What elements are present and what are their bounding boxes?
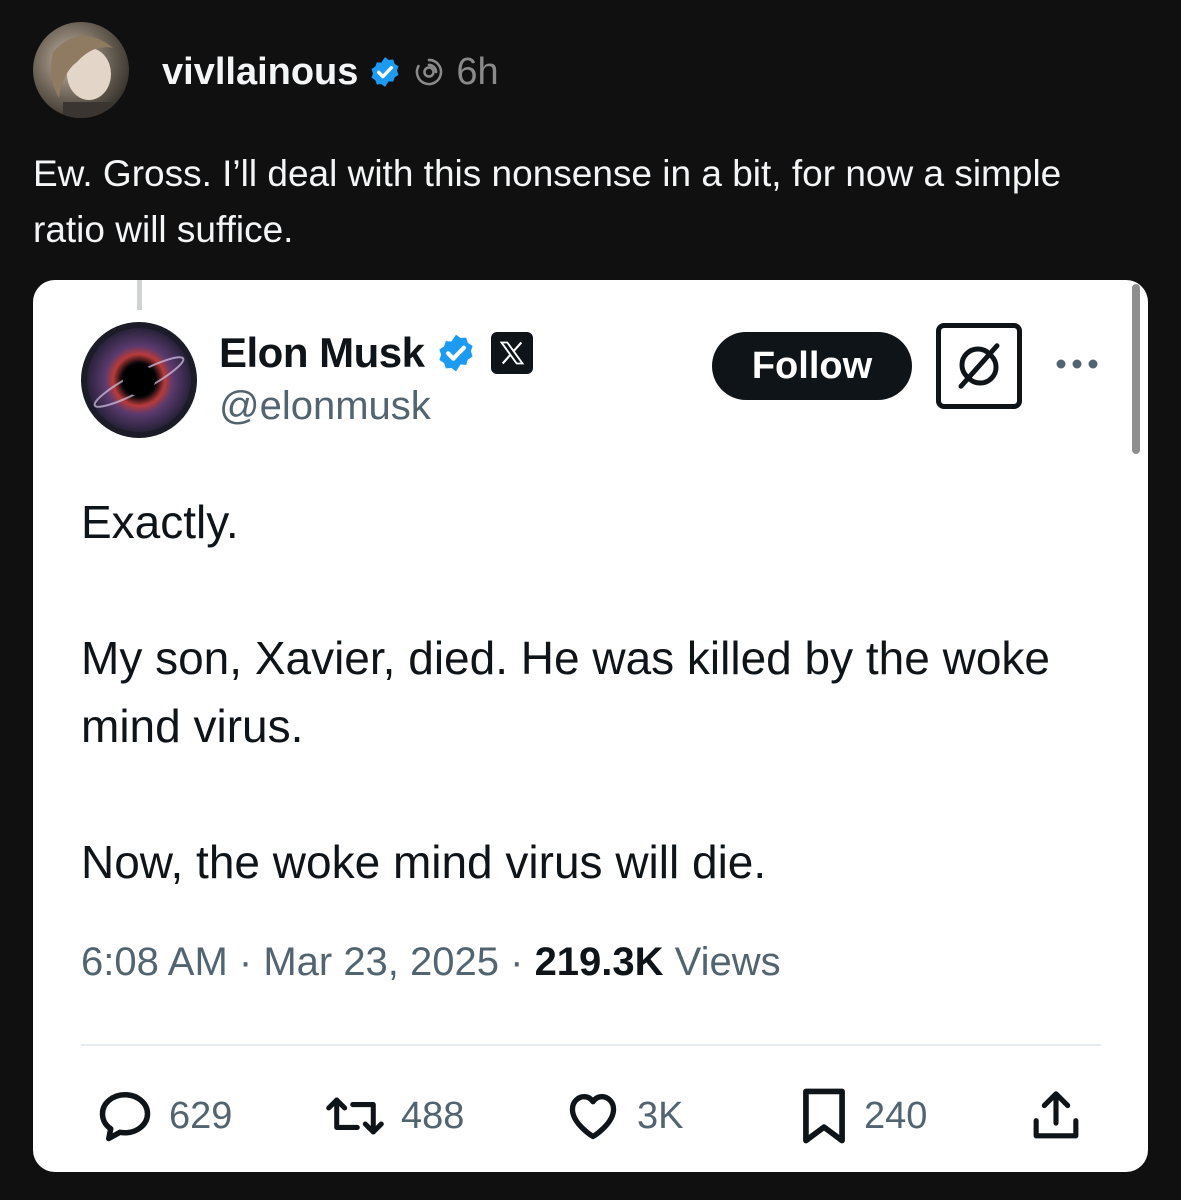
divider [81, 1044, 1101, 1046]
tweet-meta: 6:08 AM · Mar 23, 2025 · 219.3K Views [81, 940, 781, 984]
scrollbar[interactable] [1132, 284, 1140, 454]
tweet-date[interactable]: Mar 23, 2025 [263, 940, 499, 984]
tweet-author-avatar[interactable] [81, 322, 197, 438]
post-timestamp: 6h [456, 50, 499, 93]
reply-bubble-icon [95, 1086, 155, 1146]
threads-post-view: vivllainous 6h Ew. Gross. I’ll deal with… [0, 0, 1181, 1200]
repost-icon [323, 1088, 387, 1144]
bookmark-count: 240 [864, 1094, 928, 1137]
follow-button[interactable]: Follow [712, 332, 912, 400]
like-count: 3K [637, 1094, 684, 1137]
tweet-author-name[interactable]: Elon Musk [219, 329, 425, 377]
verified-badge-icon [435, 332, 477, 374]
heart-icon [563, 1087, 623, 1145]
repost-button[interactable]: 488 [323, 1080, 464, 1152]
quoted-tweet-card[interactable]: Elon Musk @elonmusk Follow Exactly. My s… [33, 280, 1148, 1172]
username[interactable]: vivllainous [162, 51, 358, 94]
more-dots-icon[interactable] [1047, 344, 1107, 384]
reply-button[interactable]: 629 [95, 1080, 232, 1152]
tweet-body: Exactly. My son, Xavier, died. He was ki… [81, 488, 1091, 896]
post-header: vivllainous 6h [162, 44, 499, 100]
grok-icon[interactable] [936, 323, 1022, 409]
tweet-paragraph: Exactly. [81, 496, 239, 548]
thread-connector-line [137, 280, 142, 310]
repost-count: 488 [401, 1094, 465, 1137]
share-button[interactable] [1028, 1080, 1084, 1152]
threads-swirl-icon [412, 55, 446, 89]
tweet-paragraph: My son, Xavier, died. He was killed by t… [81, 632, 1051, 752]
bookmark-icon [798, 1085, 850, 1147]
tweet-actions-bar: 629 488 3K 240 [33, 1080, 1148, 1152]
verified-badge-icon [368, 55, 402, 89]
tweet-time[interactable]: 6:08 AM [81, 940, 228, 984]
tweet-views-count: 219.3K [534, 940, 664, 984]
reply-count: 629 [169, 1094, 233, 1137]
like-button[interactable]: 3K [563, 1080, 683, 1152]
tweet-views-label: Views [674, 940, 781, 984]
tweet-author-handle[interactable]: @elonmusk [219, 384, 431, 429]
user-avatar[interactable] [33, 22, 129, 118]
x-logo-icon [490, 332, 533, 374]
bookmark-button[interactable]: 240 [798, 1080, 927, 1152]
tweet-author-row: Elon Musk [219, 324, 533, 382]
post-text: Ew. Gross. I’ll deal with this nonsense … [33, 153, 1062, 250]
share-upload-icon [1028, 1086, 1084, 1146]
tweet-paragraph: Now, the woke mind virus will die. [81, 836, 767, 888]
